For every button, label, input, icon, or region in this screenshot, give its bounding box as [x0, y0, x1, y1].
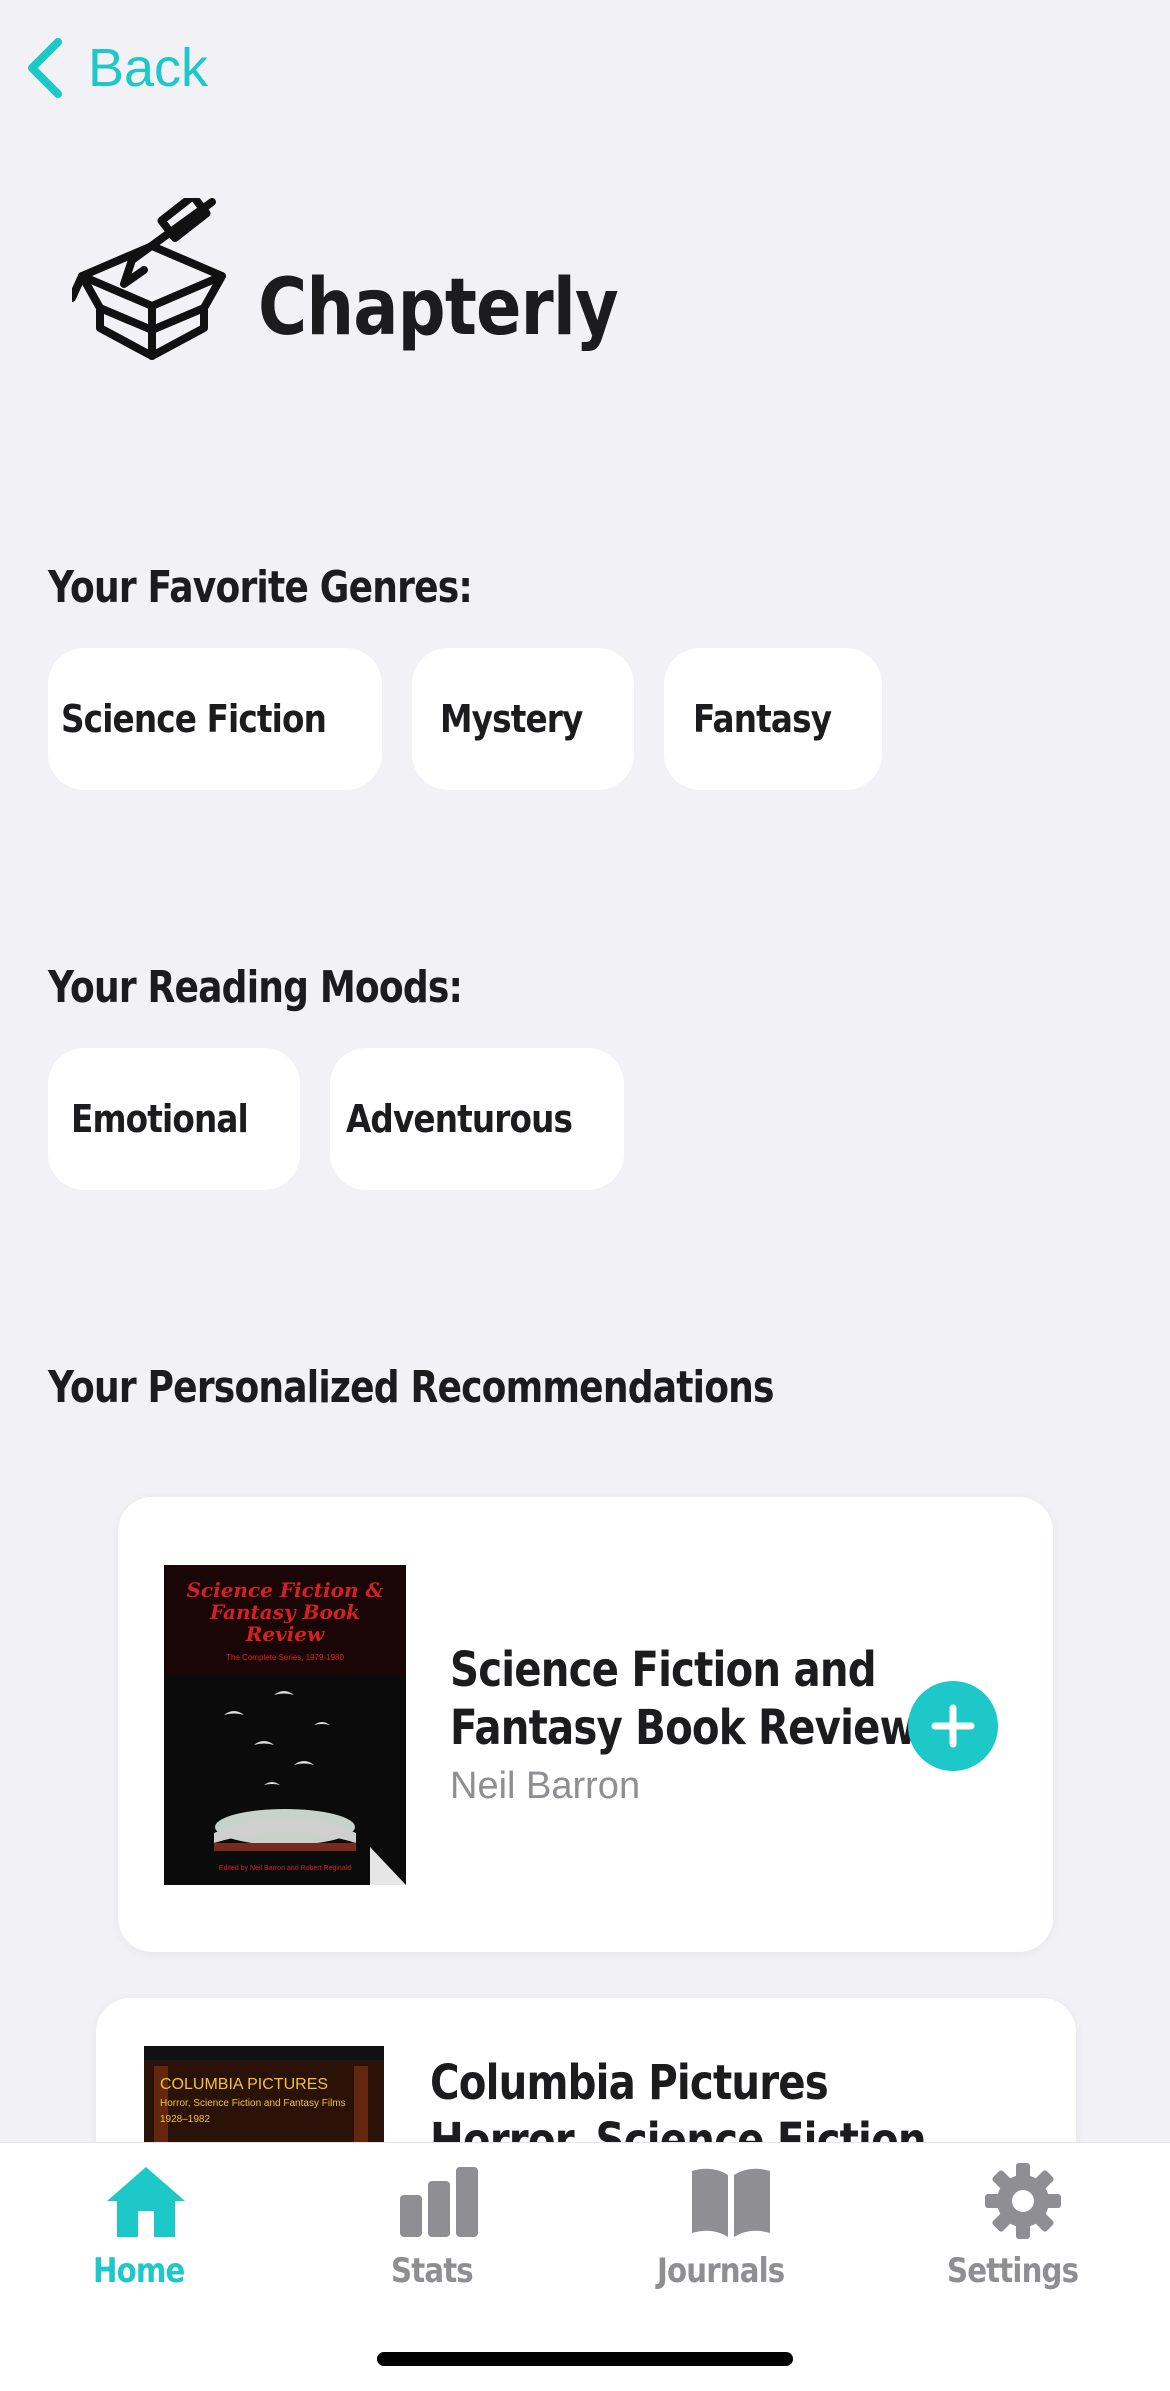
moods-heading: Your Reading Moods:	[48, 962, 463, 1013]
genre-chip-mystery[interactable]: Mystery	[412, 648, 634, 790]
cover-credit-text: Edited by Neil Barron and Robert Reginal…	[218, 1865, 352, 1872]
genre-chip-fantasy[interactable]: Fantasy	[664, 648, 882, 790]
mood-chip-emotional[interactable]: Emotional	[48, 1048, 300, 1190]
back-label: Back	[88, 38, 209, 98]
book-cover: Science Fiction & Fantasy Book Review Th…	[164, 1565, 406, 1885]
gear-icon	[985, 2163, 1061, 2239]
genres-heading: Your Favorite Genres:	[48, 562, 473, 613]
cover-subtitle-text: The Complete Series, 1979-1980	[226, 1653, 344, 1662]
tab-label: Stats	[391, 2251, 474, 2291]
add-book-button[interactable]	[908, 1681, 998, 1771]
tab-label: Settings	[946, 2251, 1079, 2291]
cover-subtitle-text: Horror, Science Fiction and Fantasy Film…	[160, 2098, 346, 2109]
mood-chip-label: Emotional	[71, 1097, 249, 1141]
book-title-line2: Fantasy Book Review	[450, 1700, 917, 1756]
book-card[interactable]: Science Fiction & Fantasy Book Review Th…	[118, 1497, 1053, 1952]
genre-chip-label: Mystery	[440, 697, 583, 741]
cover-title-text: COLUMBIA PICTURES	[160, 2076, 329, 2093]
genre-chip-label: Fantasy	[692, 697, 832, 741]
mood-chip-label: Adventurous	[345, 1097, 573, 1141]
mood-chip-adventurous[interactable]: Adventurous	[330, 1048, 624, 1190]
chevron-left-icon	[28, 38, 62, 98]
bar-chart-icon	[400, 2167, 478, 2237]
genre-chip-label: Science Fiction	[60, 697, 327, 741]
tab-label: Journals	[656, 2251, 785, 2291]
genre-chip-science-fiction[interactable]: Science Fiction	[48, 648, 382, 790]
book-open-icon	[692, 2168, 770, 2237]
mood-chips: Emotional Adventurous	[48, 1048, 624, 1190]
house-icon	[107, 2167, 185, 2237]
tab-stats[interactable]: Stats	[339, 2161, 539, 2291]
cover-title-text: Science Fiction & Fantasy Book Review	[186, 1578, 384, 1646]
genre-chips: Science Fiction Mystery Fantasy	[48, 648, 882, 790]
tab-journals[interactable]: Journals	[631, 2161, 831, 2291]
home-indicator	[377, 2352, 793, 2366]
box-pen-logo-icon	[72, 198, 226, 360]
book-title-line1: Science Fiction and	[450, 1642, 877, 1698]
recommendations-heading: Your Personalized Recommendations	[48, 1362, 775, 1413]
app-title: Chapterly	[258, 263, 619, 353]
back-button[interactable]: Back	[24, 28, 208, 108]
cover-year-text: 1928–1982	[160, 2114, 211, 2125]
book-author: Neil Barron	[450, 1765, 641, 1807]
tab-settings[interactable]: Settings	[923, 2161, 1123, 2291]
plus-icon	[931, 1704, 975, 1748]
book-title-line1: Columbia Pictures	[430, 2055, 829, 2111]
tab-home[interactable]: Home	[46, 2161, 246, 2291]
tab-label: Home	[92, 2251, 185, 2291]
